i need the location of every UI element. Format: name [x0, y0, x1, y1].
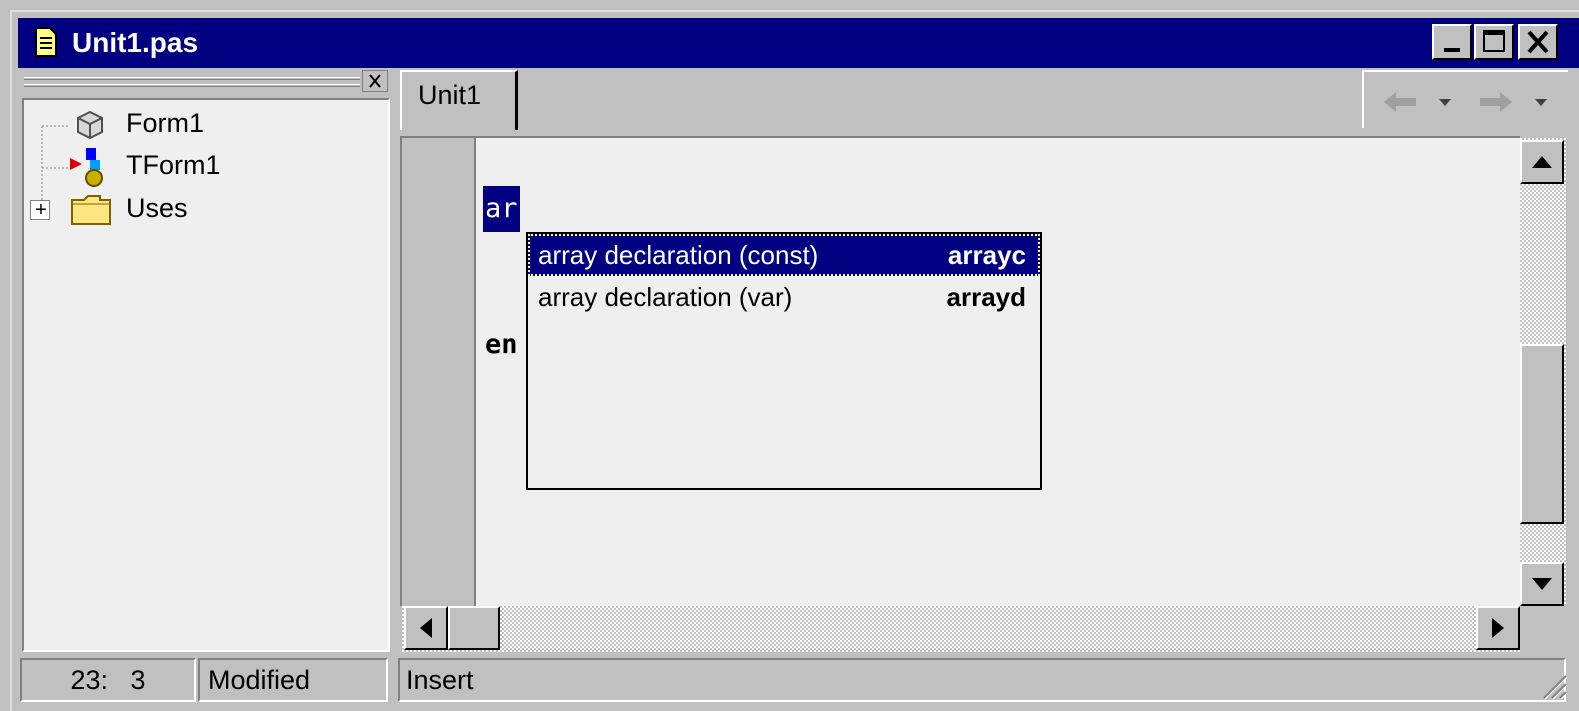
scroll-left-button[interactable] — [404, 606, 448, 650]
completion-item[interactable]: array declaration (const) arrayc — [528, 234, 1040, 276]
editor-gutter[interactable] — [402, 138, 476, 606]
status-modified: Modified — [198, 658, 388, 702]
scroll-right-button[interactable] — [1476, 606, 1520, 650]
form-icon — [77, 110, 103, 140]
completion-description: array declaration (var) — [538, 282, 793, 312]
back-dropdown-icon[interactable] — [1436, 96, 1454, 110]
minimize-icon — [1444, 48, 1460, 52]
forward-arrow-icon[interactable] — [1476, 86, 1516, 118]
tree-item-uses[interactable]: Uses — [126, 193, 188, 224]
maximize-button[interactable] — [1474, 24, 1514, 60]
scroll-down-button[interactable] — [1520, 562, 1564, 606]
completion-keyword: arrayc — [947, 240, 1026, 270]
arrow-right-icon — [1492, 618, 1504, 638]
window-title: Unit1.pas — [72, 27, 199, 58]
completion-description: array declaration (const) — [538, 240, 819, 270]
resize-grip-icon[interactable] — [1540, 672, 1568, 700]
class-icon — [70, 148, 103, 187]
status-insert-mode: Insert — [398, 658, 1566, 702]
document-icon — [35, 27, 57, 57]
arrow-up-icon — [1532, 156, 1552, 168]
panel-grip[interactable] — [24, 77, 360, 80]
forward-dropdown-icon[interactable] — [1532, 96, 1550, 110]
panel-close-button[interactable] — [362, 70, 388, 92]
tree-item-form1[interactable]: Form1 — [126, 108, 204, 139]
close-icon — [1527, 30, 1549, 54]
completion-keyword: arrayd — [946, 282, 1027, 312]
vertical-scroll-thumb[interactable] — [1520, 344, 1564, 524]
horizontal-scroll-thumb[interactable] — [448, 606, 500, 650]
maximize-icon — [1483, 30, 1505, 52]
arrow-left-icon — [420, 618, 432, 638]
scroll-up-button[interactable] — [1520, 140, 1564, 184]
arrow-down-icon — [1532, 578, 1552, 590]
scrollbar-corner — [1520, 606, 1566, 652]
horizontal-scrollbar[interactable] — [402, 606, 1520, 652]
folder-icon — [71, 195, 111, 225]
back-arrow-icon[interactable] — [1380, 86, 1420, 118]
panel-grip[interactable] — [24, 84, 360, 87]
tab-label: Unit1 — [418, 80, 482, 110]
title-bar[interactable] — [18, 18, 1579, 68]
expand-toggle[interactable]: + — [30, 199, 50, 221]
minimize-button[interactable] — [1432, 24, 1472, 60]
close-button[interactable] — [1518, 24, 1558, 60]
completion-item[interactable]: array declaration (var) arrayd — [528, 276, 1040, 318]
code-line-end[interactable]: en — [485, 322, 525, 368]
tree-item-tform1[interactable]: TForm1 — [126, 150, 221, 181]
close-icon — [369, 74, 381, 88]
selected-word[interactable]: ar — [483, 186, 520, 232]
status-cursor-position: 23: 3 — [20, 658, 196, 702]
